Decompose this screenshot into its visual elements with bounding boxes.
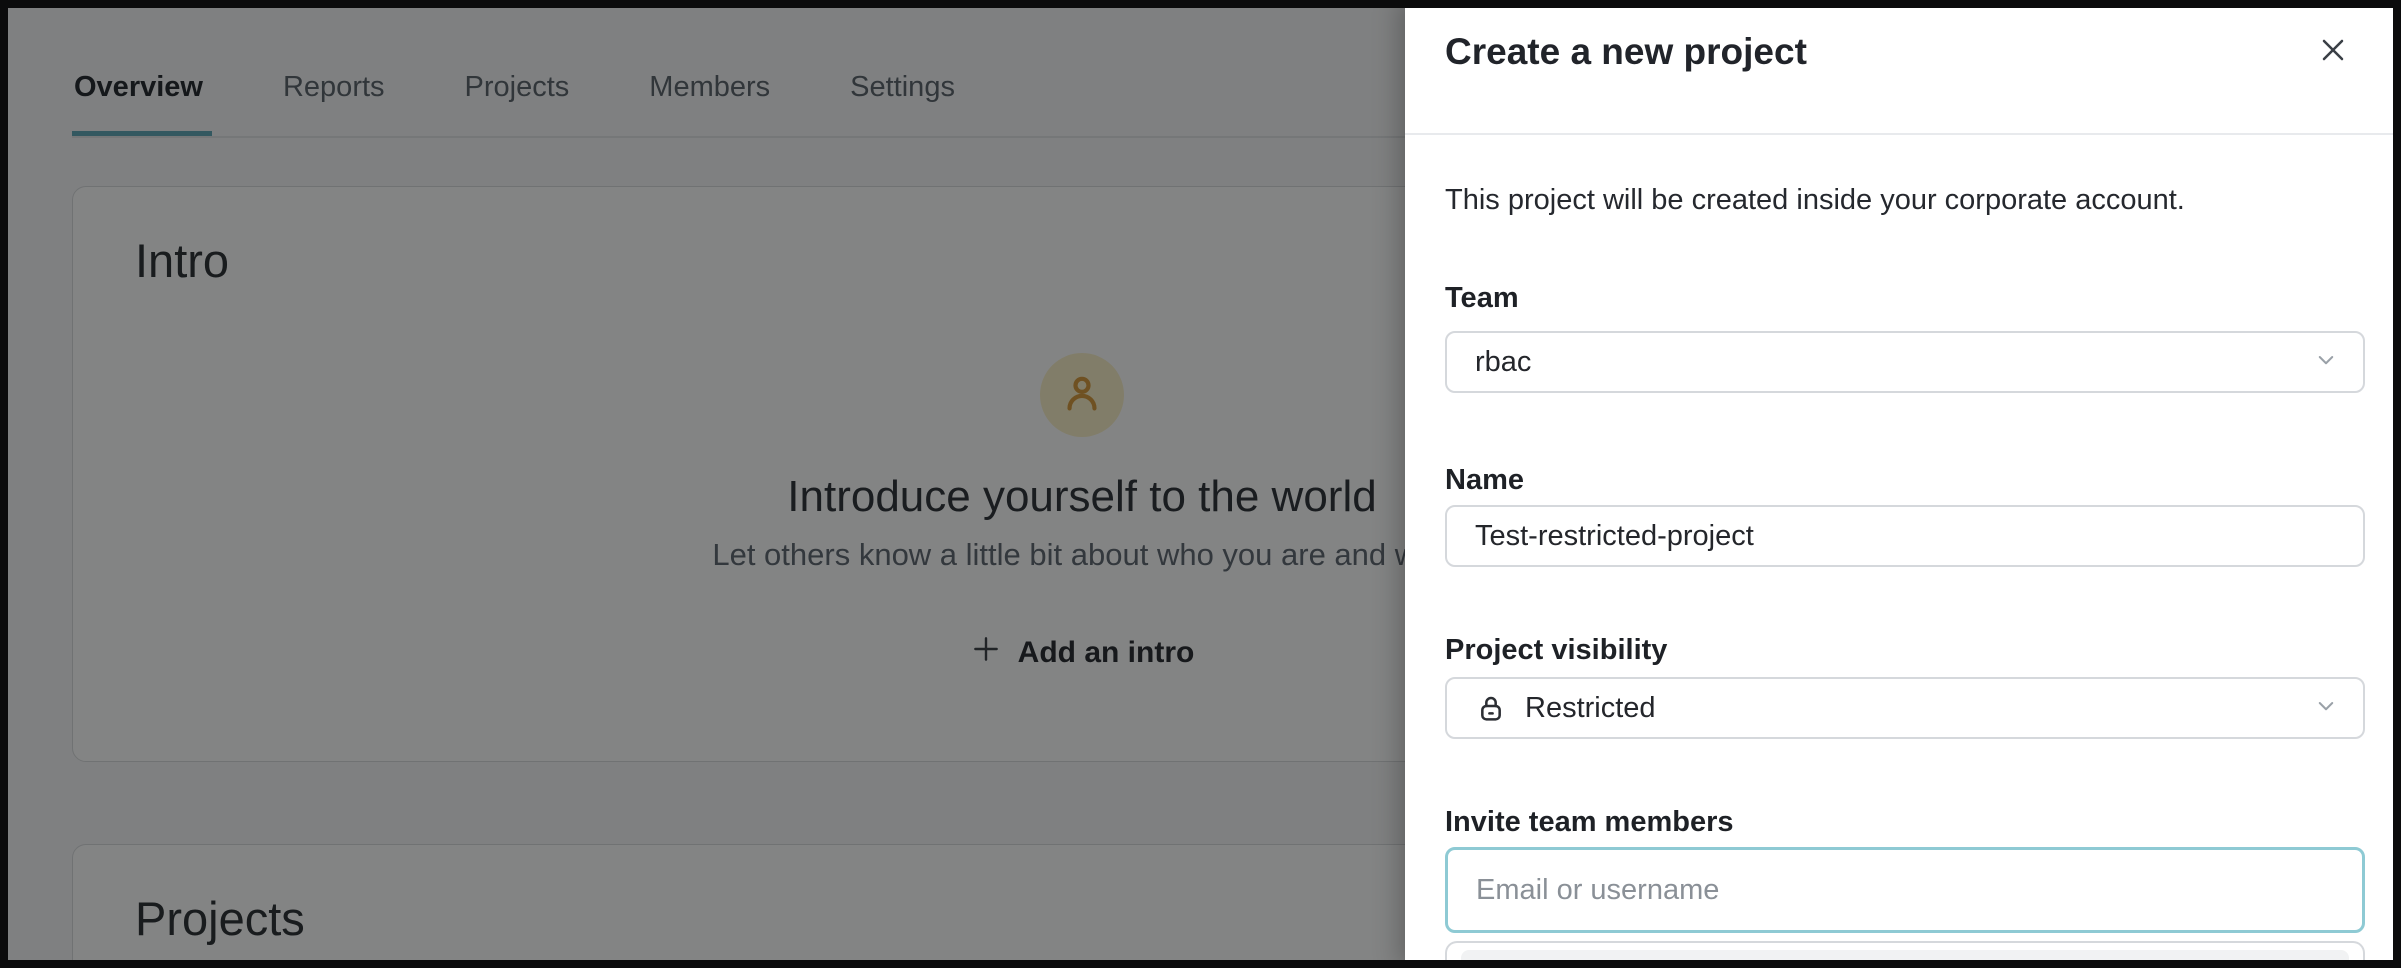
team-label: Team xyxy=(1445,281,2365,315)
lock-icon xyxy=(1475,692,1507,724)
visibility-select-value: Restricted xyxy=(1525,692,1656,725)
team-select[interactable]: rbac xyxy=(1445,331,2365,393)
close-icon xyxy=(2315,32,2351,73)
chevron-down-icon xyxy=(2311,345,2341,380)
drawer-header: Create a new project xyxy=(1405,0,2401,135)
invite-suggestions-dropdown xyxy=(1445,941,2365,968)
name-label: Name xyxy=(1445,463,2365,497)
chevron-down-icon xyxy=(2311,691,2341,726)
invite-label: Invite team members xyxy=(1445,805,2365,839)
create-project-drawer: Create a new project This project will b… xyxy=(1405,0,2401,968)
close-button[interactable] xyxy=(2313,32,2353,72)
screen: Overview Reports Projects Members Settin… xyxy=(0,0,2401,968)
invite-members-input[interactable] xyxy=(1445,847,2365,933)
drawer-description: This project will be created inside your… xyxy=(1445,181,2365,219)
visibility-select[interactable]: Restricted xyxy=(1445,677,2365,739)
project-name-input[interactable] xyxy=(1445,505,2365,567)
team-select-value: rbac xyxy=(1475,346,1531,379)
visibility-label: Project visibility xyxy=(1445,633,2365,667)
drawer-title: Create a new project xyxy=(1445,28,1807,76)
suggestion-item[interactable] xyxy=(1461,950,2349,968)
